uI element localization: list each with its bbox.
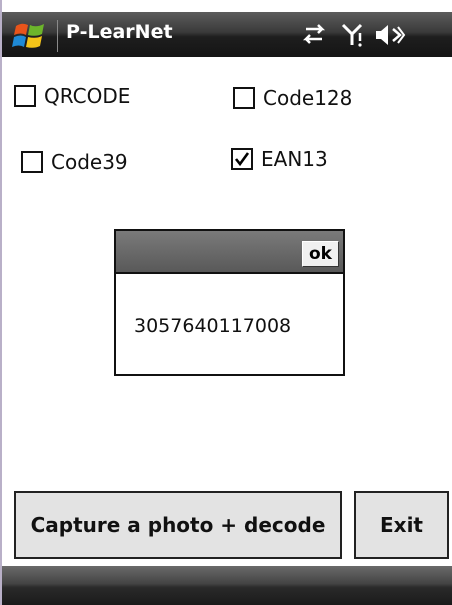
app-title: P-LearNet bbox=[66, 21, 173, 43]
checkbox-label: Code128 bbox=[263, 86, 353, 110]
checkbox-label: QRCODE bbox=[44, 84, 131, 108]
decoded-result-text: 3057640117008 bbox=[134, 315, 292, 337]
speaker-icon[interactable] bbox=[373, 20, 407, 54]
capture-decode-button[interactable]: Capture a photo + decode bbox=[14, 491, 342, 559]
checkbox-code39[interactable]: Code39 bbox=[21, 150, 128, 174]
checkbox-box[interactable] bbox=[14, 85, 36, 107]
result-dialog: ok 3057640117008 bbox=[114, 229, 345, 376]
ok-button[interactable]: ok bbox=[302, 241, 339, 267]
checkbox-box[interactable] bbox=[233, 87, 255, 109]
menu-bar[interactable] bbox=[2, 566, 452, 605]
checkbox-label: Code39 bbox=[51, 150, 128, 174]
dialog-title-bar: ok bbox=[116, 231, 343, 274]
exit-button[interactable]: Exit bbox=[354, 491, 449, 559]
checkbox-code128[interactable]: Code128 bbox=[233, 86, 352, 110]
connectivity-icon[interactable] bbox=[300, 20, 328, 54]
checkbox-box-checked[interactable] bbox=[231, 148, 253, 170]
checkbox-label: EAN13 bbox=[261, 147, 328, 171]
checkbox-box[interactable] bbox=[21, 151, 43, 173]
windows-start-icon[interactable] bbox=[12, 20, 48, 52]
title-separator bbox=[57, 20, 58, 52]
checkmark-icon bbox=[234, 152, 250, 167]
app-screen: P-LearNet QRCODE Code128 Code39 EAN13 ok… bbox=[0, 0, 452, 605]
signal-icon[interactable] bbox=[341, 20, 365, 54]
checkbox-ean13[interactable]: EAN13 bbox=[231, 147, 328, 171]
checkbox-qrcode[interactable]: QRCODE bbox=[14, 84, 130, 108]
